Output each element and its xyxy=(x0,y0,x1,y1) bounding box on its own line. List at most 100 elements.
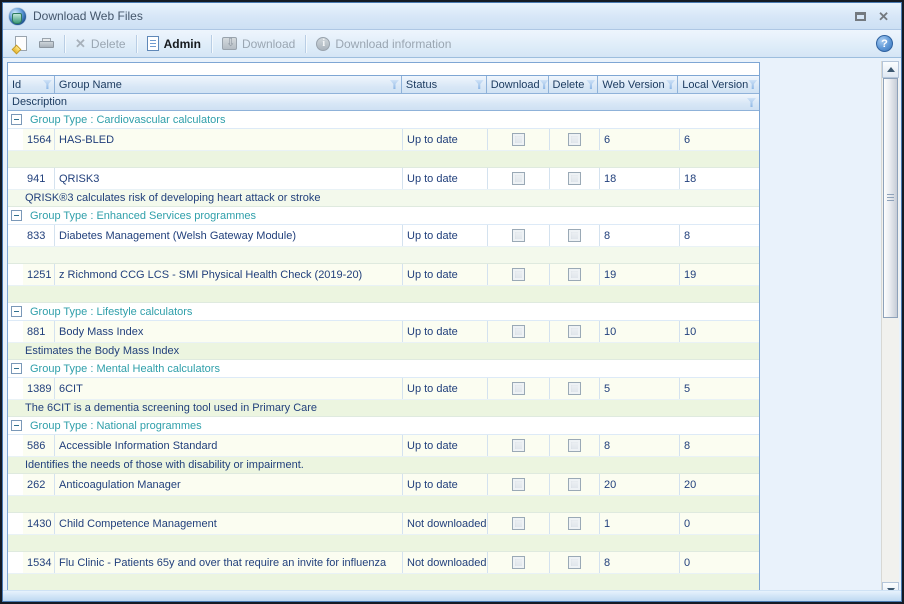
table-row[interactable]: 1251z Richmond CCG LCS - SMI Physical He… xyxy=(8,264,759,286)
admin-button[interactable]: Admin xyxy=(141,34,207,53)
collapse-icon[interactable] xyxy=(11,210,22,221)
download-checkbox[interactable] xyxy=(512,517,525,530)
description-row xyxy=(8,496,759,513)
collapse-icon[interactable] xyxy=(11,363,22,374)
cell-id: 1564 xyxy=(23,129,55,150)
collapse-icon[interactable] xyxy=(11,420,22,431)
print-button[interactable] xyxy=(33,36,60,52)
filter-icon[interactable] xyxy=(748,80,757,89)
download-information-button[interactable]: Download information xyxy=(310,35,457,53)
download-button[interactable]: Download xyxy=(216,35,301,53)
delete-checkbox[interactable] xyxy=(568,172,581,185)
cell-local-version: 8 xyxy=(680,435,761,456)
download-checkbox[interactable] xyxy=(512,478,525,491)
description-row xyxy=(8,535,759,552)
description-column-header[interactable]: Description xyxy=(8,94,759,111)
table-row[interactable]: 13896CITUp to date55 xyxy=(8,378,759,400)
download-checkbox[interactable] xyxy=(512,268,525,281)
cell-delete xyxy=(550,225,600,246)
table-row[interactable]: 881Body Mass IndexUp to date1010 xyxy=(8,321,759,343)
print-preview-button[interactable] xyxy=(9,34,33,53)
table-row[interactable]: 1430Child Competence ManagementNot downl… xyxy=(8,513,759,535)
download-checkbox[interactable] xyxy=(512,133,525,146)
scrollbar-thumb[interactable] xyxy=(883,78,898,318)
table-row[interactable]: 586Accessible Information StandardUp to … xyxy=(8,435,759,457)
cell-id: 1430 xyxy=(23,513,55,534)
cell-local-version: 6 xyxy=(680,129,761,150)
download-checkbox[interactable] xyxy=(512,556,525,569)
column-header-download[interactable]: Download xyxy=(487,76,549,94)
download-checkbox[interactable] xyxy=(512,325,525,338)
column-header-local-version[interactable]: Local Version xyxy=(678,76,759,94)
main-area: IdGroup NameStatusDownloadDeleteWeb Vers… xyxy=(3,59,901,601)
cell-status: Up to date xyxy=(403,378,488,399)
delete-checkbox[interactable] xyxy=(568,517,581,530)
download-checkbox[interactable] xyxy=(512,229,525,242)
delete-x-icon: ✕ xyxy=(75,36,86,52)
filter-icon[interactable] xyxy=(43,80,52,89)
close-button[interactable]: ✕ xyxy=(878,10,889,23)
table-row[interactable]: 1534Flu Clinic - Patients 65y and over t… xyxy=(8,552,759,574)
help-button[interactable]: ? xyxy=(876,35,893,52)
group-row-group-type-cardiovascular-calculators[interactable]: Group Type : Cardiovascular calculators xyxy=(8,111,759,129)
table-row[interactable]: 262Anticoagulation ManagerUp to date2020 xyxy=(8,474,759,496)
delete-button[interactable]: ✕ Delete xyxy=(69,34,132,54)
filter-icon[interactable] xyxy=(475,80,484,89)
group-row-group-type-mental-health-calculators[interactable]: Group Type : Mental Health calculators xyxy=(8,360,759,378)
download-checkbox[interactable] xyxy=(512,382,525,395)
row-indent xyxy=(8,264,23,285)
cell-delete xyxy=(550,435,600,456)
grid-new-item-row[interactable] xyxy=(8,63,759,76)
delete-checkbox[interactable] xyxy=(568,556,581,569)
column-header-label: Web Version xyxy=(602,79,664,91)
delete-checkbox[interactable] xyxy=(568,382,581,395)
delete-checkbox[interactable] xyxy=(568,229,581,242)
cell-download xyxy=(488,378,550,399)
filter-icon[interactable] xyxy=(666,80,675,89)
cell-web-version: 19 xyxy=(600,264,680,285)
row-indent xyxy=(8,168,23,189)
cell-id: 941 xyxy=(23,168,55,189)
cell-status: Not downloaded xyxy=(403,513,488,534)
filter-icon[interactable] xyxy=(586,80,595,89)
table-row[interactable]: 1564HAS-BLEDUp to date66 xyxy=(8,129,759,151)
window-title: Download Web Files xyxy=(33,9,143,23)
collapse-icon[interactable] xyxy=(11,114,22,125)
column-header-id[interactable]: Id xyxy=(8,76,55,94)
cell-web-version: 5 xyxy=(600,378,680,399)
delete-checkbox[interactable] xyxy=(568,325,581,338)
column-header-delete[interactable]: Delete xyxy=(549,76,599,94)
filter-icon[interactable] xyxy=(540,80,549,89)
cell-download xyxy=(488,264,550,285)
toolbar-separator xyxy=(136,35,137,53)
vertical-scrollbar[interactable] xyxy=(881,61,899,599)
delete-checkbox[interactable] xyxy=(568,478,581,491)
window-controls: ✕ xyxy=(855,10,895,23)
cell-download xyxy=(488,552,550,573)
group-row-group-type-national-programmes[interactable]: Group Type : National programmes xyxy=(8,417,759,435)
grid-body: Group Type : Cardiovascular calculators1… xyxy=(8,111,759,591)
column-header-status[interactable]: Status xyxy=(402,76,487,94)
maximize-restore-button[interactable] xyxy=(855,12,866,21)
delete-checkbox[interactable] xyxy=(568,439,581,452)
scroll-up-button[interactable] xyxy=(882,61,899,78)
group-row-group-type-enhanced-services-programmes[interactable]: Group Type : Enhanced Services programme… xyxy=(8,207,759,225)
column-header-web-version[interactable]: Web Version xyxy=(598,76,678,94)
cell-web-version: 8 xyxy=(600,552,680,573)
collapse-icon[interactable] xyxy=(11,306,22,317)
table-row[interactable]: 941QRISK3Up to date1818 xyxy=(8,168,759,190)
delete-checkbox[interactable] xyxy=(568,133,581,146)
delete-checkbox[interactable] xyxy=(568,268,581,281)
download-icon xyxy=(222,37,237,50)
cell-delete xyxy=(550,552,600,573)
group-row-label: Group Type : Mental Health calculators xyxy=(30,363,220,375)
download-checkbox[interactable] xyxy=(512,439,525,452)
table-row[interactable]: 833Diabetes Management (Welsh Gateway Mo… xyxy=(8,225,759,247)
print-icon xyxy=(39,38,54,50)
filter-icon[interactable] xyxy=(390,80,399,89)
group-row-group-type-lifestyle-calculators[interactable]: Group Type : Lifestyle calculators xyxy=(8,303,759,321)
cell-status: Up to date xyxy=(403,321,488,342)
filter-icon[interactable] xyxy=(747,98,756,107)
column-header-group-name[interactable]: Group Name xyxy=(55,76,402,94)
download-checkbox[interactable] xyxy=(512,172,525,185)
